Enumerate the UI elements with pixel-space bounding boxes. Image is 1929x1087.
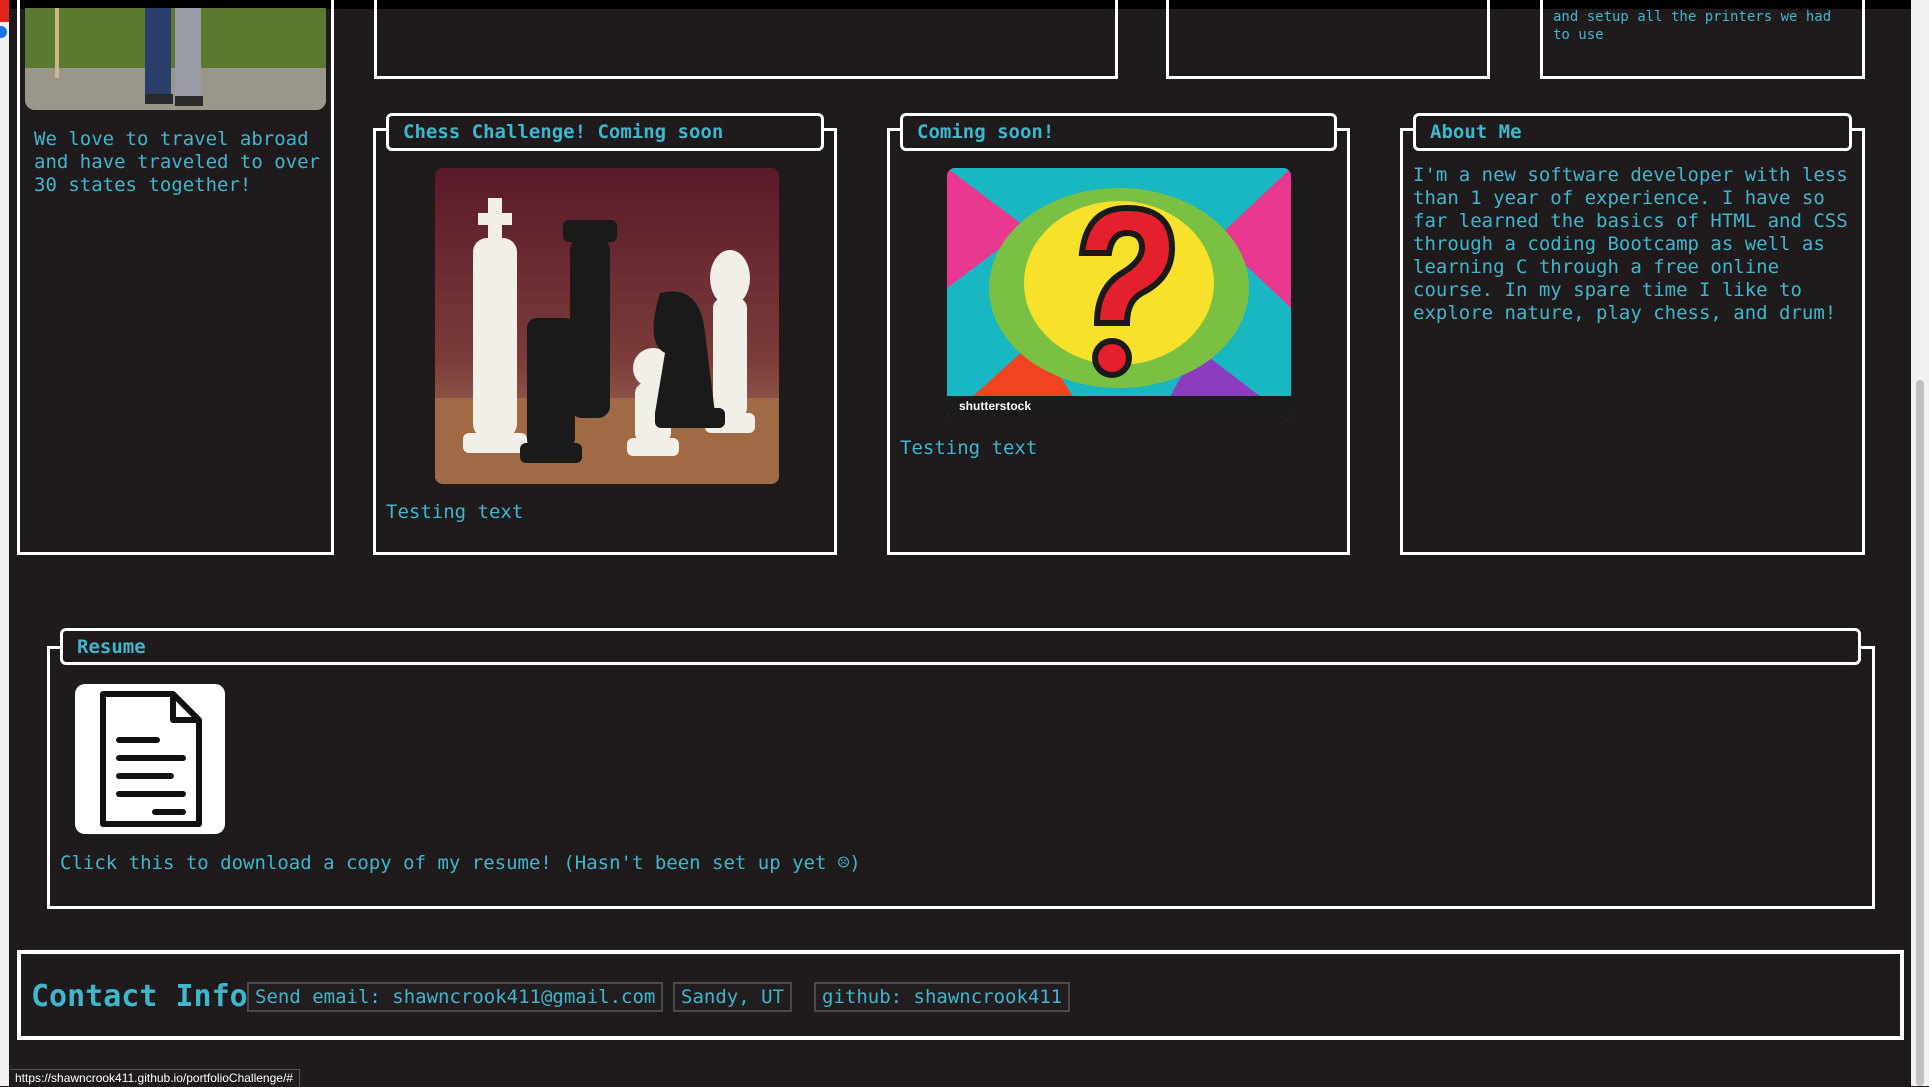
travel-text: We love to travel abroad and have travel… bbox=[34, 128, 320, 196]
coming-soon-panel: Coming soon! shutterstock Testing text bbox=[887, 113, 1350, 555]
left-edge-indicator bbox=[0, 26, 7, 38]
chess-title: Chess Challenge! Coming soon bbox=[403, 121, 724, 143]
top-panel-2 bbox=[1166, 0, 1490, 79]
chess-panel: Chess Challenge! Coming soon Testing tex… bbox=[373, 113, 837, 555]
coming-soon-title-tab: Coming soon! bbox=[900, 113, 1337, 151]
contact-bar: Contact Info: Send email: shawncrook411@… bbox=[17, 950, 1904, 1040]
about-panel: About Me I'm a new software developer wi… bbox=[1400, 113, 1865, 555]
coming-soon-image-watermark: shutterstock bbox=[959, 399, 1032, 413]
send-email-button[interactable]: Send email: shawncrook411@gmail.com bbox=[247, 982, 664, 1012]
resume-download-button[interactable] bbox=[75, 684, 225, 834]
chess-pieces-graphic bbox=[435, 168, 779, 484]
travel-photo bbox=[25, 8, 326, 110]
left-edge-marker bbox=[0, 0, 9, 22]
scrollbar-thumb[interactable] bbox=[1916, 380, 1924, 1086]
left-edge-strip bbox=[0, 0, 9, 1086]
travel-panel: We love to travel abroad and have travel… bbox=[17, 0, 334, 555]
location-button[interactable]: Sandy, UT bbox=[673, 982, 792, 1012]
travel-photo-graphic bbox=[25, 8, 326, 110]
page-scrollbar[interactable] bbox=[1911, 0, 1929, 1086]
resume-link-text[interactable]: Click this to download a copy of my resu… bbox=[60, 852, 861, 875]
top-panel-printers: and setup all the printers we had to use bbox=[1540, 0, 1865, 79]
about-title-tab: About Me bbox=[1413, 113, 1852, 151]
resume-title-tab: Resume bbox=[60, 628, 1861, 665]
chess-caption: Testing text bbox=[386, 501, 524, 523]
coming-soon-caption: Testing text bbox=[900, 437, 1038, 459]
document-icon bbox=[100, 691, 202, 827]
question-mark-graphic bbox=[947, 168, 1291, 420]
coming-soon-image: shutterstock bbox=[947, 168, 1291, 420]
top-panel-1 bbox=[374, 0, 1118, 79]
about-text: I'm a new software developer with less t… bbox=[1413, 164, 1848, 324]
github-button[interactable]: github: shawncrook411 bbox=[814, 982, 1071, 1012]
status-url-tooltip: https://shawncrook411.github.io/portfoli… bbox=[9, 1069, 300, 1087]
coming-soon-title: Coming soon! bbox=[917, 121, 1055, 143]
printers-text: and setup all the printers we had to use bbox=[1553, 9, 1832, 43]
chess-image bbox=[435, 168, 779, 484]
chess-title-tab: Chess Challenge! Coming soon bbox=[386, 113, 824, 151]
about-title: About Me bbox=[1430, 121, 1522, 143]
resume-title: Resume bbox=[77, 636, 146, 658]
contact-title: Contact Info: bbox=[31, 979, 266, 1014]
